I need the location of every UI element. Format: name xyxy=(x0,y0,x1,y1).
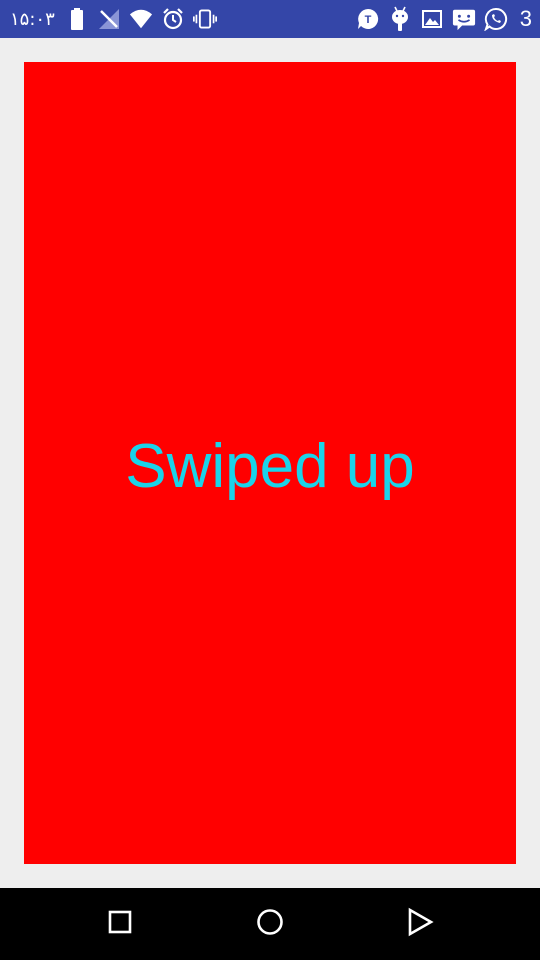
recent-apps-button[interactable] xyxy=(80,888,160,960)
back-button[interactable] xyxy=(380,888,460,960)
status-bar: ۱۵:۰۳ T 3 xyxy=(0,0,540,38)
status-right-group: T 3 xyxy=(356,0,532,38)
vibrate-icon xyxy=(192,7,217,31)
notification-count: 3 xyxy=(519,6,532,31)
square-icon xyxy=(108,910,132,938)
navigation-bar xyxy=(0,888,540,960)
image-icon xyxy=(420,7,444,31)
messenger-icon xyxy=(452,7,476,31)
status-left-group: ۱۵:۰۳ xyxy=(10,0,225,38)
t-app-icon: T xyxy=(356,7,380,31)
no-signal-icon xyxy=(97,7,121,31)
triangle-icon xyxy=(406,907,434,941)
whatsapp-icon xyxy=(484,7,508,31)
svg-text:T: T xyxy=(364,14,371,26)
swipe-area[interactable]: Swiped up xyxy=(24,62,516,864)
android-icon xyxy=(388,6,412,31)
circle-icon xyxy=(256,908,284,940)
wifi-icon xyxy=(129,7,153,31)
home-button[interactable] xyxy=(230,888,310,960)
alarm-icon xyxy=(161,7,185,31)
swipe-status-label: Swiped up xyxy=(125,431,415,501)
status-time: ۱۵:۰۳ xyxy=(10,8,55,30)
battery-icon xyxy=(65,7,89,31)
